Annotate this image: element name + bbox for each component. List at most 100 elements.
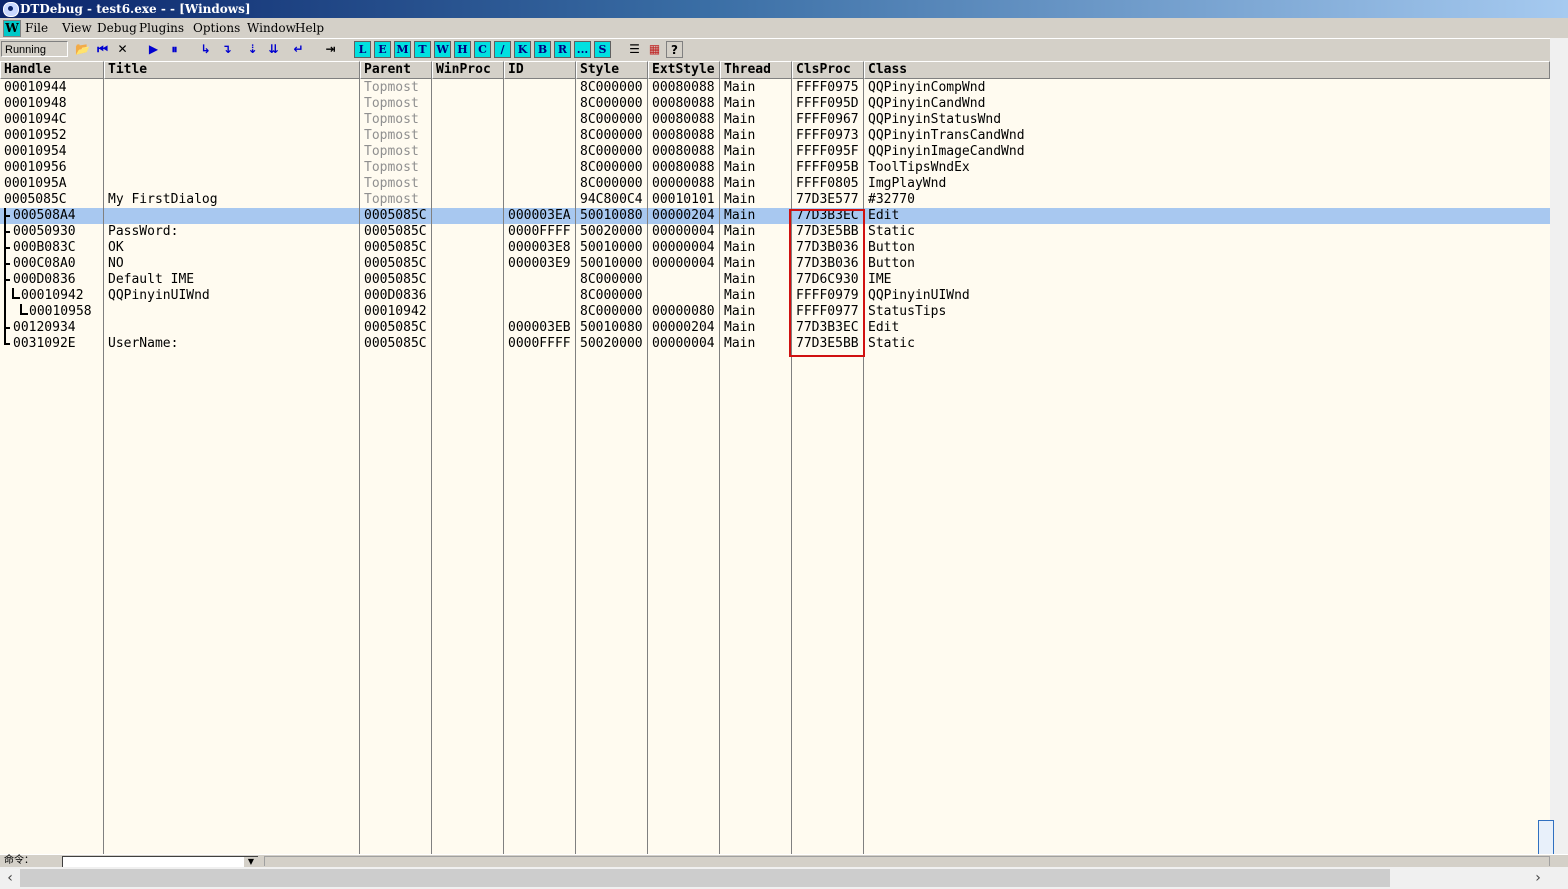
column-thread[interactable]: Thread [720,61,792,79]
table-row[interactable]: 00010958 00010942 8C000000 00000080 Main FFFF… [0,304,1550,320]
window-title: DTDebug - test6.exe - - [Windows] [20,2,251,16]
table-row[interactable]: 00010954 Topmost 8C000000 00080088 Main FFFF0… [0,144,1550,160]
cell-class: QQPinyinTransCandWnd [868,128,1025,143]
cell-extstyle: 00000004 [652,240,715,255]
cell-class: StatusTips [868,304,947,319]
column-id[interactable]: ID [504,61,576,79]
trace-into-icon[interactable]: ⇣ [244,41,261,58]
step-into-icon[interactable]: ↳ [197,41,214,58]
window-patches-button[interactable]: / [494,41,511,58]
help-icon[interactable]: ? [666,41,683,58]
trace-over-icon[interactable]: ⇊ [265,41,282,58]
table-row[interactable]: 00120934 0005085C 000003EB 50010080 00000204… [0,320,1550,336]
tree-connector [4,247,10,249]
vertical-scrollbar[interactable]: ⌄ [1538,38,1568,864]
cell-title: NO [108,256,124,271]
column-extstyle[interactable]: ExtStyle [648,61,720,79]
window-source-button[interactable]: S [594,41,611,58]
window-breakpoints-button[interactable]: B [534,41,551,58]
cell-thread: Main [724,80,756,95]
cell-thread: Main [724,288,756,303]
menu-debug[interactable]: Debug [97,18,137,38]
step-over-icon[interactable]: ↴ [218,41,235,58]
column-title[interactable]: Title [104,61,360,79]
cell-extstyle: 00000004 [652,256,715,271]
go-to-icon[interactable]: ⇥ [322,41,339,58]
tree-connector [4,215,10,217]
restart-icon[interactable]: ⏮ [94,41,111,58]
run-icon[interactable]: ▶ [145,41,162,58]
menu-help[interactable]: Help [295,18,324,38]
cell-style: 8C000000 [580,112,643,127]
grid-icon[interactable]: ▦ [646,41,663,58]
tree-connector [4,279,10,281]
table-row[interactable]: 0001095A Topmost 8C000000 00000088 Main FFFF0… [0,176,1550,192]
table-row[interactable]: 0031092E UserName: 0005085C 0000FFFF 5002000… [0,336,1550,352]
window-windows-button[interactable]: W [434,41,451,58]
window-threads-button[interactable]: T [414,41,431,58]
mdi-window-icon[interactable]: W [3,20,21,37]
cell-extstyle: 00000204 [652,320,715,335]
window-modules-button[interactable]: E [374,41,391,58]
pause-icon[interactable]: ⏸ [166,41,183,58]
window-references-button[interactable]: R [554,41,571,58]
window-log-button[interactable]: L [354,41,371,58]
cell-parent: 0005085C [364,272,427,287]
table-row[interactable]: 000C08A0 NO 0005085C 000003E9 50010000 000000… [0,256,1550,272]
cell-parent: Topmost [364,192,419,207]
column-style[interactable]: Style [576,61,648,79]
menu-bar: W File View Debug Plugins Options Window… [0,18,1568,38]
menu-plugins[interactable]: Plugins [139,18,184,38]
cell-id: 000003E9 [508,256,571,271]
column-divider [503,79,504,854]
window-memory-button[interactable]: M [394,41,411,58]
cell-extstyle: 00080088 [652,128,715,143]
table-row[interactable]: 0005085C My FirstDialog Topmost 94C800C4 000… [0,192,1550,208]
table-row[interactable]: 00010952 Topmost 8C000000 00080088 Main FFFF0… [0,128,1550,144]
column-parent[interactable]: Parent [360,61,432,79]
tree-connector [4,288,6,304]
title-bar: DTDebug - test6.exe - - [Windows] [0,0,1568,18]
column-winproc[interactable]: WinProc [432,61,504,79]
column-clsproc[interactable]: ClsProc [792,61,864,79]
table-row[interactable]: 00010956 Topmost 8C000000 00080088 Main FFFF0… [0,160,1550,176]
table-row[interactable]: 000508A4 0005085C 000003EA 50010080 00000204… [0,208,1550,224]
table-row[interactable]: 00050930 PassWord: 0005085C 0000FFFF 5002000… [0,224,1550,240]
menu-view[interactable]: View [62,18,92,38]
table-row[interactable]: 0001094C Topmost 8C000000 00080088 Main FFFF0… [0,112,1550,128]
cell-thread: Main [724,272,756,287]
hscroll-thumb[interactable] [20,869,1390,887]
list-icon[interactable]: ☰ [626,41,643,58]
table-row[interactable]: 00010944 Topmost 8C000000 00080088 Main FFFF0… [0,80,1550,96]
window-callstack-button[interactable]: K [514,41,531,58]
cell-thread: Main [724,128,756,143]
cell-style: 50020000 [580,224,643,239]
window-runtrace-button[interactable]: ... [574,41,591,58]
close-icon[interactable]: ✕ [114,41,131,58]
scroll-left-icon[interactable]: ‹ [0,869,20,887]
cell-clsproc: FFFF0967 [796,112,859,127]
scroll-right-icon[interactable]: › [1528,869,1548,887]
menu-options[interactable]: Options [193,18,240,38]
table-row[interactable]: 00010948 Topmost 8C000000 00080088 Main FFFF0… [0,96,1550,112]
execute-till-return-icon[interactable]: ↵ [290,41,307,58]
menu-file[interactable]: File [25,18,48,38]
window-handles-button[interactable]: H [454,41,471,58]
cell-parent: Topmost [364,80,419,95]
open-icon[interactable]: 📂 [74,41,91,58]
cell-style: 50010000 [580,240,643,255]
table-row[interactable]: 00010942 QQPinyinUIWnd 000D0836 8C000000 Mai… [0,288,1550,304]
cell-extstyle: 00080088 [652,112,715,127]
cell-class: ToolTipsWndEx [868,160,970,175]
chevron-down-icon[interactable]: ▼ [244,857,258,867]
cell-thread: Main [724,96,756,111]
column-class[interactable]: Class [864,61,1550,79]
table-row[interactable]: 000D0836 Default IME 0005085C 8C000000 Main 7… [0,272,1550,288]
menu-window[interactable]: Window [247,18,296,38]
column-handle[interactable]: Handle [0,61,104,79]
cell-clsproc: FFFF0975 [796,80,859,95]
horizontal-scrollbar[interactable]: ‹ › [0,867,1568,889]
cell-extstyle: 00080088 [652,96,715,111]
window-cpu-button[interactable]: C [474,41,491,58]
table-row[interactable]: 000B083C OK 0005085C 000003E8 50010000 000000… [0,240,1550,256]
